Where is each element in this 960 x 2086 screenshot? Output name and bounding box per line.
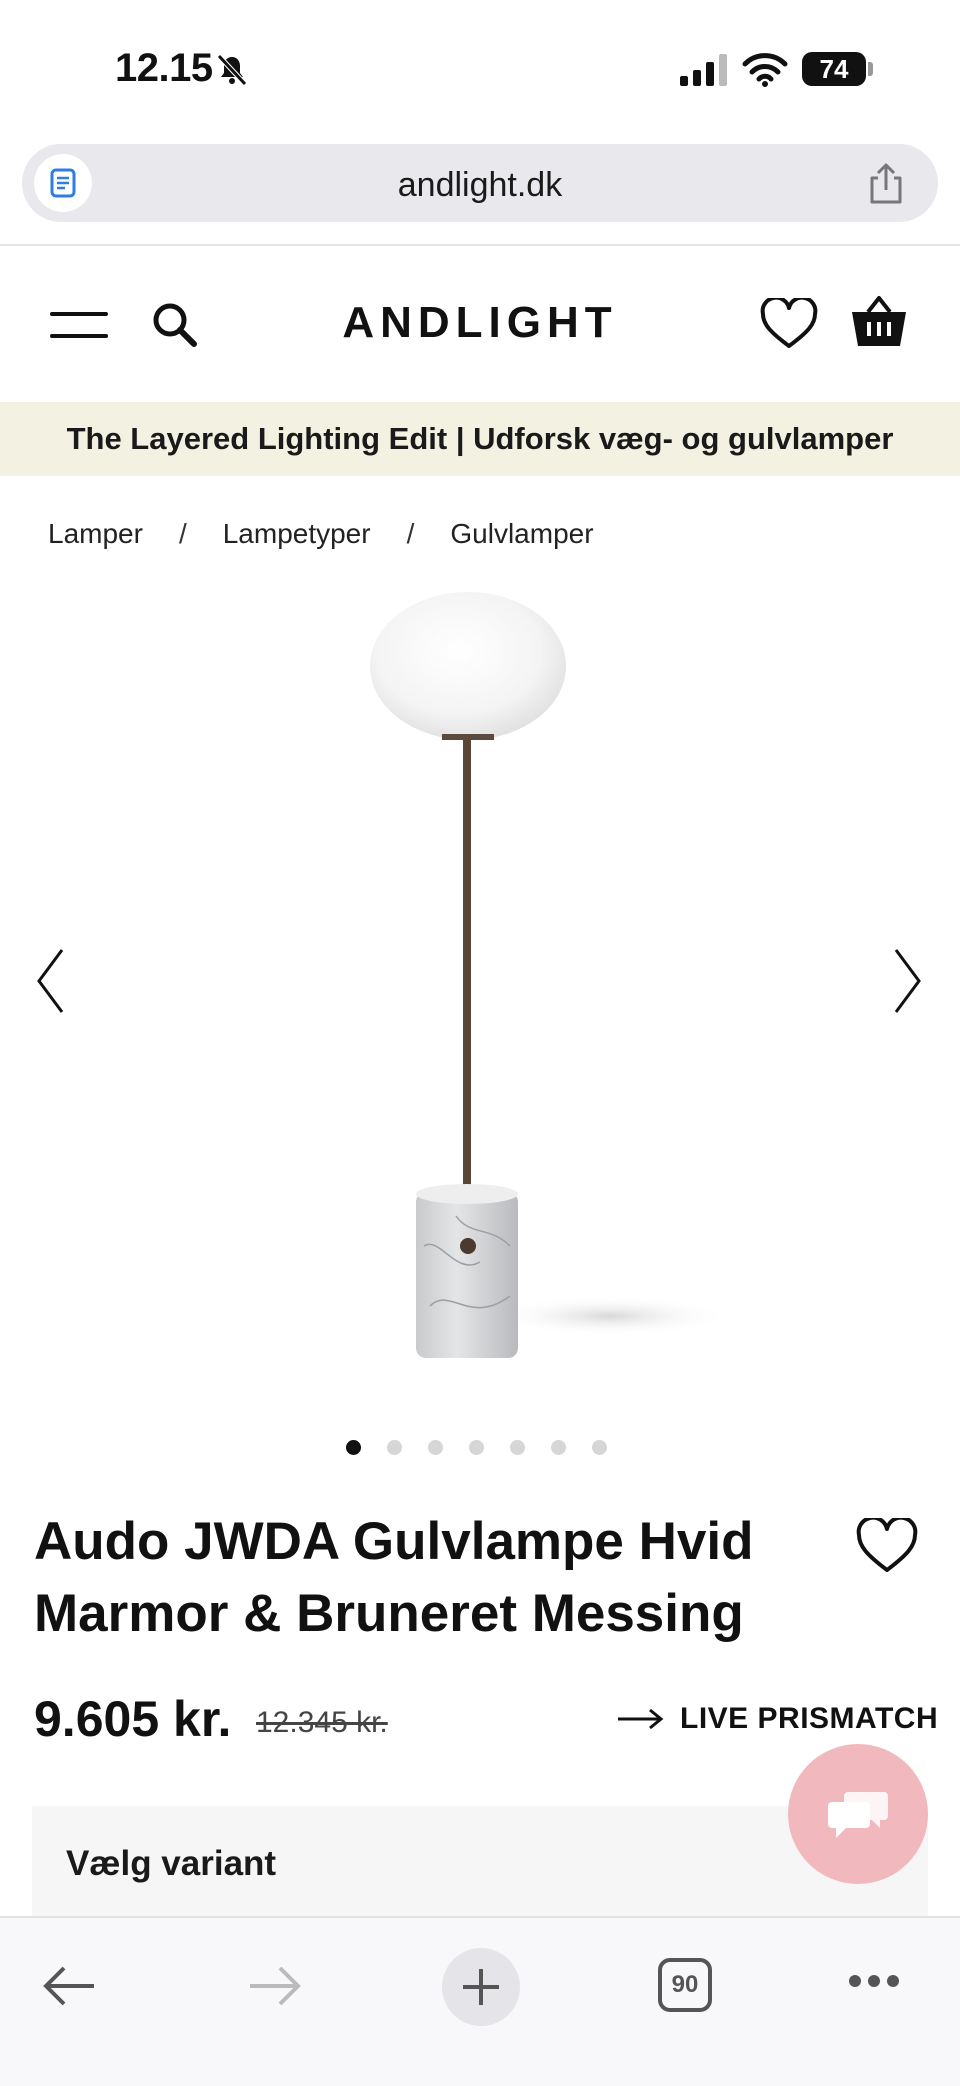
heart-icon[interactable] bbox=[760, 298, 818, 350]
product-image bbox=[370, 592, 730, 1358]
basket-icon[interactable] bbox=[850, 292, 908, 350]
browser-toolbar: 90 bbox=[0, 1916, 960, 2086]
chevron-right-icon[interactable] bbox=[894, 948, 922, 1014]
pagination-dot[interactable] bbox=[592, 1440, 607, 1455]
promo-banner[interactable]: The Layered Lighting Edit | Udforsk væg-… bbox=[0, 402, 960, 476]
chat-button[interactable] bbox=[788, 1744, 928, 1884]
promo-text: The Layered Lighting Edit | Udforsk væg-… bbox=[66, 421, 894, 456]
product-price: 9.605 kr. bbox=[34, 1691, 232, 1747]
breadcrumb-separator: / bbox=[406, 518, 415, 549]
site-header: ANDLIGHT bbox=[0, 246, 960, 400]
pagination-dot[interactable] bbox=[346, 1440, 361, 1455]
chevron-left-icon[interactable] bbox=[36, 948, 64, 1014]
pagination-dot[interactable] bbox=[428, 1440, 443, 1455]
new-tab-button[interactable] bbox=[442, 1948, 520, 2026]
live-prismatch-label: LIVE PRISMATCH bbox=[680, 1702, 939, 1735]
more-icon[interactable] bbox=[848, 1974, 900, 1988]
status-time: 12.15 bbox=[115, 46, 213, 90]
pagination-dot[interactable] bbox=[387, 1440, 402, 1455]
variant-label: Vælg variant bbox=[66, 1844, 277, 1883]
breadcrumb-item-lamper[interactable]: Lamper bbox=[48, 518, 143, 550]
pagination-dot[interactable] bbox=[469, 1440, 484, 1455]
breadcrumb-separator: / bbox=[178, 518, 187, 549]
plus-icon bbox=[463, 1969, 499, 2005]
heart-icon[interactable] bbox=[856, 1518, 918, 1574]
forward-icon[interactable] bbox=[246, 1964, 302, 2008]
back-icon[interactable] bbox=[42, 1964, 98, 2008]
breadcrumb-item-gulvlamper[interactable]: Gulvlamper bbox=[450, 518, 593, 550]
tabs-button[interactable]: 90 bbox=[658, 1958, 712, 2012]
chat-icon bbox=[828, 1792, 888, 1838]
share-icon[interactable] bbox=[866, 162, 906, 206]
breadcrumb-item-lampetyper[interactable]: Lampetyper bbox=[223, 518, 371, 550]
battery-icon: 74 bbox=[802, 50, 874, 90]
status-bar: 12.15 74 bbox=[0, 0, 960, 140]
product-old-price: 12.345 kr. bbox=[256, 1706, 388, 1739]
bell-slash-icon bbox=[217, 54, 247, 86]
wifi-icon bbox=[742, 53, 788, 87]
signal-icon bbox=[680, 54, 727, 86]
pagination-dot[interactable] bbox=[510, 1440, 525, 1455]
live-prismatch-link[interactable]: LIVE PRISMATCH bbox=[616, 1702, 938, 1736]
address-bar[interactable]: andlight.dk bbox=[22, 144, 938, 222]
gallery-pagination[interactable] bbox=[346, 1440, 607, 1455]
arrow-right-icon bbox=[618, 1708, 664, 1730]
breadcrumb: Lamper / Lampetyper / Gulvlamper bbox=[48, 514, 594, 554]
product-title: Audo JWDA Gulvlampe Hvid Marmor & Bruner… bbox=[34, 1512, 754, 1643]
product-gallery[interactable] bbox=[0, 570, 960, 1370]
url-text[interactable]: andlight.dk bbox=[22, 166, 938, 205]
battery-level: 74 bbox=[802, 52, 866, 86]
pagination-dot[interactable] bbox=[551, 1440, 566, 1455]
